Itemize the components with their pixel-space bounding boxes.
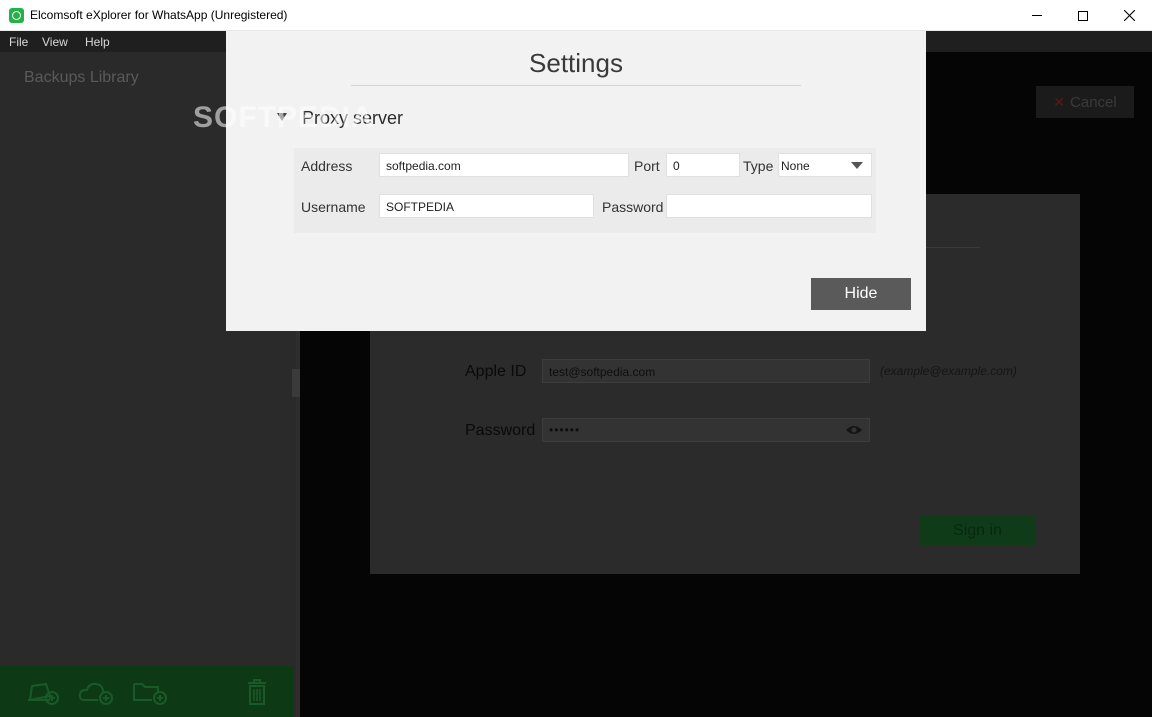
- add-folder-icon[interactable]: [132, 678, 168, 706]
- cancel-icon: ✕: [1053, 93, 1066, 110]
- maximize-button[interactable]: [1060, 0, 1106, 31]
- library-toolbar: [0, 666, 293, 717]
- login-password-label: Password: [465, 422, 536, 439]
- username-label: Username: [301, 199, 366, 215]
- title-bar: Elcomsoft eXplorer for WhatsApp (Unregis…: [0, 0, 1152, 31]
- username-input[interactable]: SOFTPEDIA: [379, 194, 594, 218]
- cancel-button[interactable]: ✕ Cancel: [1036, 86, 1134, 118]
- apple-id-input[interactable]: test@softpedia.com: [542, 359, 870, 383]
- library-title: Backups Library: [24, 69, 139, 86]
- app-logo-icon: [9, 8, 24, 23]
- menu-help[interactable]: Help: [85, 35, 110, 49]
- login-password-input[interactable]: ••••••: [542, 418, 870, 442]
- add-cloud-backup-icon[interactable]: [78, 678, 114, 706]
- address-input[interactable]: softpedia.com: [379, 153, 629, 177]
- window-title: Elcomsoft eXplorer for WhatsApp (Unregis…: [30, 8, 288, 22]
- settings-title: Settings: [529, 48, 623, 78]
- port-input[interactable]: 0: [666, 153, 740, 177]
- trash-icon[interactable]: [244, 678, 280, 706]
- menu-view[interactable]: View: [42, 35, 68, 49]
- show-password-eye-icon[interactable]: [845, 424, 863, 436]
- settings-dialog: Settings Proxy server Address softpedia.…: [226, 31, 926, 331]
- settings-divider: [351, 85, 801, 86]
- proxy-password-label: Password: [602, 199, 664, 215]
- type-label: Type: [743, 158, 774, 174]
- hide-button[interactable]: Hide: [811, 278, 911, 310]
- cancel-label: Cancel: [1070, 93, 1117, 111]
- softpedia-watermark: SOFTPEDIA: [193, 101, 374, 134]
- proxy-password-input[interactable]: [666, 194, 872, 218]
- add-local-backup-icon[interactable]: [26, 678, 62, 706]
- chevron-down-icon: [851, 162, 863, 169]
- apple-id-hint: (example@example.com): [880, 364, 1017, 378]
- maximize-icon: [1078, 10, 1088, 21]
- port-label: Port: [634, 158, 660, 174]
- type-select[interactable]: None: [778, 153, 872, 177]
- type-select-value: None: [781, 159, 810, 173]
- minimize-button[interactable]: [1014, 0, 1060, 31]
- sign-in-button[interactable]: Sign in: [920, 516, 1035, 545]
- minimize-icon: [1032, 15, 1042, 16]
- close-button[interactable]: [1106, 0, 1152, 31]
- close-icon: [1123, 10, 1135, 21]
- address-label: Address: [301, 158, 353, 174]
- apple-id-label: Apple ID: [465, 363, 527, 380]
- menu-file[interactable]: File: [9, 35, 28, 49]
